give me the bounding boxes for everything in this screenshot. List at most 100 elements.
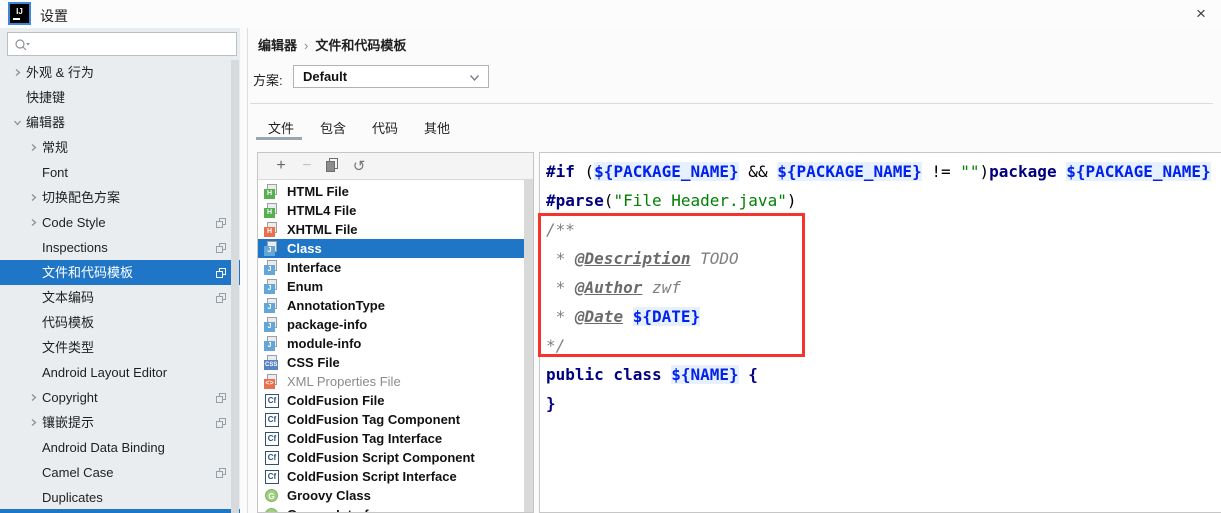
sidebar-scrollbar[interactable] bbox=[231, 60, 239, 513]
sidebar-item-duplicates[interactable]: Duplicates bbox=[0, 485, 240, 510]
tab-includes[interactable]: 包含 bbox=[308, 114, 358, 143]
template-list-panel: + − ↺ H HTML File H HTML4 File H XHTML File… bbox=[257, 152, 534, 513]
add-template-button[interactable]: + bbox=[268, 157, 294, 175]
sidebar-item-editor[interactable]: 编辑器 bbox=[0, 110, 240, 135]
chevron-right-icon bbox=[31, 394, 37, 401]
template-editor[interactable]: #if (${PACKAGE_NAME} && ${PACKAGE_NAME} … bbox=[539, 152, 1221, 513]
settings-tree: 外观 & 行为 快捷键 编辑器 常规 Font 切换配色方案 Code Styl… bbox=[0, 60, 240, 510]
tab-code[interactable]: 代码 bbox=[360, 114, 410, 143]
code-line: /** bbox=[546, 220, 575, 239]
chevron-right-icon bbox=[31, 419, 37, 426]
sidebar-item-general[interactable]: 常规 bbox=[0, 135, 240, 160]
template-code: #if (${PACKAGE_NAME} && ${PACKAGE_NAME} … bbox=[540, 153, 1221, 418]
search-input[interactable] bbox=[34, 34, 232, 54]
intellij-logo-icon: IJ bbox=[8, 2, 31, 25]
search-icon bbox=[15, 39, 30, 51]
search-box[interactable] bbox=[7, 32, 237, 56]
code-line: */ bbox=[546, 336, 566, 355]
sidebar-item-copyright[interactable]: Copyright bbox=[0, 385, 240, 410]
template-item-coldfusion-tag-component[interactable]: Cf ColdFusion Tag Component bbox=[258, 410, 533, 429]
tab-other[interactable]: 其他 bbox=[412, 114, 462, 143]
html-file-icon: H bbox=[264, 202, 280, 219]
chevron-right-icon bbox=[15, 69, 21, 76]
code-line: #parse("File Header.java") bbox=[546, 191, 797, 210]
java-file-icon: J bbox=[264, 335, 280, 352]
settings-sidebar: 外观 & 行为 快捷键 编辑器 常规 Font 切换配色方案 Code Styl… bbox=[0, 28, 240, 513]
xhtml-file-icon: H bbox=[264, 221, 280, 238]
template-item-xhtml-file[interactable]: H XHTML File bbox=[258, 220, 533, 239]
sidebar-item-android-data-binding[interactable]: Android Data Binding bbox=[0, 435, 240, 460]
template-item-xml-properties-file[interactable]: <> XML Properties File bbox=[258, 372, 533, 391]
template-list-toolbar: + − ↺ bbox=[258, 153, 533, 180]
java-file-icon: J bbox=[264, 259, 280, 276]
groovy-file-icon: G bbox=[264, 507, 280, 512]
template-item-html4-file[interactable]: H HTML4 File bbox=[258, 201, 533, 220]
template-item-groovy-class[interactable]: G Groovy Class bbox=[258, 486, 533, 505]
sidebar-item-code-style[interactable]: Code Style bbox=[0, 210, 240, 235]
sidebar-item-color-scheme[interactable]: 切换配色方案 bbox=[0, 185, 240, 210]
sidebar-item-android-layout-editor[interactable]: Android Layout Editor bbox=[0, 360, 240, 385]
close-icon[interactable]: × bbox=[1190, 3, 1212, 25]
header-separator bbox=[250, 103, 1213, 104]
sidebar-item-appearance-behavior[interactable]: 外观 & 行为 bbox=[0, 60, 240, 85]
per-project-settings-icon bbox=[216, 293, 226, 303]
chevron-right-icon bbox=[31, 194, 37, 201]
java-file-icon: J bbox=[264, 278, 280, 295]
template-item-interface[interactable]: J Interface bbox=[258, 258, 533, 277]
html-file-icon: H bbox=[264, 183, 280, 200]
per-project-settings-icon bbox=[216, 393, 226, 403]
java-file-icon: J bbox=[264, 297, 280, 314]
xml-properties-file-icon: <> bbox=[264, 373, 280, 390]
sidebar-item-partially-visible[interactable] bbox=[0, 509, 240, 513]
sidebar-item-file-and-code-templates[interactable]: 文件和代码模板 bbox=[0, 260, 240, 285]
groovy-file-icon: G bbox=[264, 488, 280, 504]
sidebar-item-inspections[interactable]: Inspections bbox=[0, 235, 240, 260]
remove-template-button[interactable]: − bbox=[294, 157, 320, 175]
template-item-annotationtype[interactable]: J AnnotationType bbox=[258, 296, 533, 315]
code-line: #if (${PACKAGE_NAME} && ${PACKAGE_NAME} … bbox=[546, 162, 1211, 181]
template-item-coldfusion-script-interface[interactable]: Cf ColdFusion Script Interface bbox=[258, 467, 533, 486]
breadcrumb-editor[interactable]: 编辑器 bbox=[258, 38, 297, 53]
template-item-package-info[interactable]: Jpackage-info bbox=[258, 315, 533, 334]
template-item-module-info[interactable]: Jmodule-info bbox=[258, 334, 533, 353]
css-file-icon: CSS bbox=[264, 354, 280, 371]
sidebar-item-font[interactable]: Font bbox=[0, 160, 240, 185]
code-line: * @Description TODO bbox=[546, 249, 739, 268]
revert-template-button[interactable]: ↺ bbox=[346, 157, 372, 175]
template-list: H HTML File H HTML4 File H XHTML File J Clas… bbox=[258, 182, 533, 512]
java-file-icon: J bbox=[264, 240, 280, 257]
template-item-html-file[interactable]: H HTML File bbox=[258, 182, 533, 201]
scheme-dropdown[interactable]: Default bbox=[293, 65, 489, 88]
copy-template-button[interactable] bbox=[320, 158, 346, 174]
coldfusion-file-icon: Cf bbox=[264, 450, 280, 466]
coldfusion-file-icon: Cf bbox=[264, 469, 280, 485]
template-item-coldfusion-file[interactable]: Cf ColdFusion File bbox=[258, 391, 533, 410]
template-item-coldfusion-script-component[interactable]: Cf ColdFusion Script Component bbox=[258, 448, 533, 467]
template-item-enum[interactable]: J Enum bbox=[258, 277, 533, 296]
chevron-down-icon bbox=[14, 120, 21, 126]
per-project-settings-icon bbox=[216, 218, 226, 228]
sidebar-item-keymap[interactable]: 快捷键 bbox=[0, 85, 240, 110]
code-line: * @Date ${DATE} bbox=[546, 307, 701, 326]
coldfusion-file-icon: Cf bbox=[264, 393, 280, 409]
sidebar-item-inlay-hints[interactable]: 镶嵌提示 bbox=[0, 410, 240, 435]
sidebar-item-file-types[interactable]: 文件类型 bbox=[0, 335, 240, 360]
per-project-settings-icon bbox=[216, 243, 226, 253]
settings-dialog: IJ 设置 × 外观 & 行为 快捷键 编辑器 常规 Font 切换配色方案 C… bbox=[0, 0, 1221, 513]
template-item-groovy-interface[interactable]: GGroovy Interface bbox=[258, 505, 533, 512]
sidebar-item-file-encodings[interactable]: 文本编码 bbox=[0, 285, 240, 310]
template-item-coldfusion-tag-interface[interactable]: Cf ColdFusion Tag Interface bbox=[258, 429, 533, 448]
per-project-settings-icon bbox=[216, 268, 226, 278]
chevron-right-icon bbox=[31, 144, 37, 151]
coldfusion-file-icon: Cf bbox=[264, 431, 280, 447]
template-list-scrollbar[interactable] bbox=[524, 180, 533, 512]
sidebar-item-live-templates[interactable]: 代码模板 bbox=[0, 310, 240, 335]
code-line: } bbox=[546, 394, 556, 413]
selected-tab-underline bbox=[256, 137, 302, 140]
template-item-class[interactable]: J Class bbox=[258, 239, 533, 258]
coldfusion-file-icon: Cf bbox=[264, 412, 280, 428]
per-project-settings-icon bbox=[216, 418, 226, 428]
breadcrumb-separator: › bbox=[304, 38, 309, 53]
sidebar-item-camel-case[interactable]: Camel Case bbox=[0, 460, 240, 485]
template-item-css-file[interactable]: CSS CSS File bbox=[258, 353, 533, 372]
